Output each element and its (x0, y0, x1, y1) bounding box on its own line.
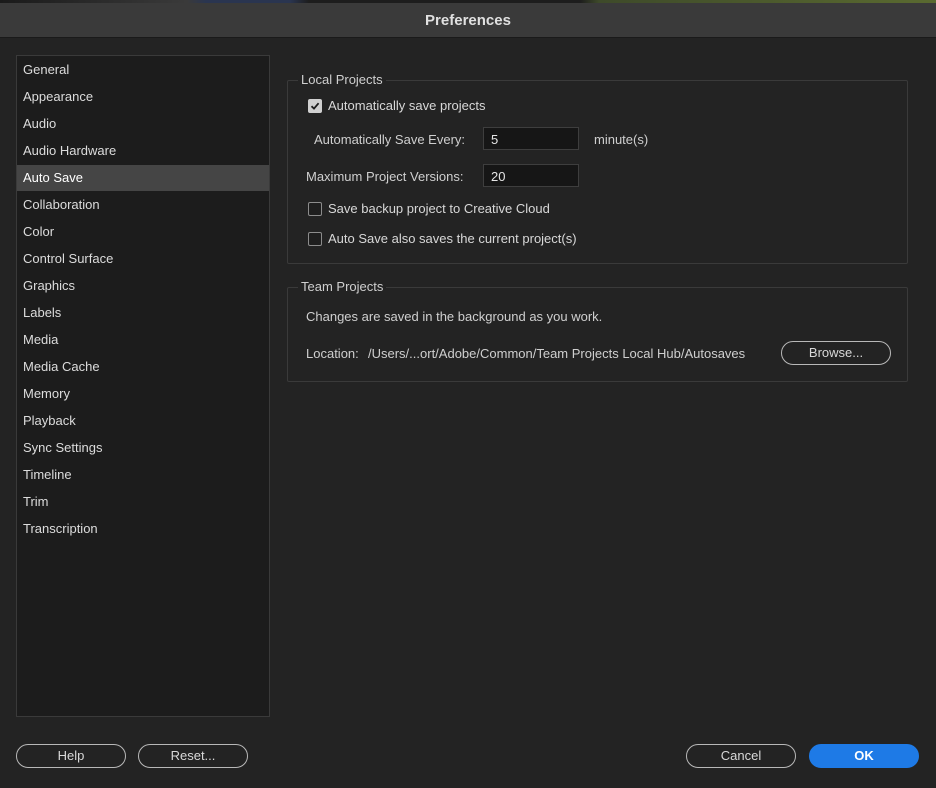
location-path: /Users/...ort/Adobe/Common/Team Projects… (368, 346, 746, 361)
backup-checkbox-row[interactable]: Save backup project to Creative Cloud (308, 201, 550, 216)
sidebar-item-auto-save[interactable]: Auto Save (17, 165, 269, 191)
also-saves-checkbox-label: Auto Save also saves the current project… (328, 231, 577, 246)
sidebar-item-color[interactable]: Color (17, 219, 269, 245)
auto-save-checkbox[interactable] (308, 98, 322, 113)
local-projects-group: Local Projects Automatically save projec… (287, 72, 908, 264)
save-every-unit: minute(s) (594, 132, 649, 147)
local-projects-title: Local Projects (298, 72, 386, 87)
sidebar-item-audio-hardware[interactable]: Audio Hardware (17, 138, 269, 164)
title-bar[interactable]: Preferences (0, 3, 936, 38)
sidebar-item-graphics[interactable]: Graphics (17, 273, 269, 299)
reset-button[interactable]: Reset... (138, 744, 248, 768)
cancel-button[interactable]: Cancel (686, 744, 796, 768)
max-versions-input[interactable]: 20 (483, 164, 579, 187)
sidebar-item-collaboration[interactable]: Collaboration (17, 192, 269, 218)
max-versions-label: Maximum Project Versions: (306, 169, 464, 184)
sidebar-item-trim[interactable]: Trim (17, 489, 269, 515)
sidebar-item-general[interactable]: General (17, 57, 269, 83)
checkmark-icon (310, 102, 320, 110)
sidebar-item-timeline[interactable]: Timeline (17, 462, 269, 488)
ok-button[interactable]: OK (809, 744, 919, 768)
save-every-label: Automatically Save Every: (314, 132, 466, 147)
backup-checkbox-label: Save backup project to Creative Cloud (328, 201, 550, 216)
preferences-sidebar: General Appearance Audio Audio Hardware … (16, 55, 270, 717)
sidebar-item-transcription[interactable]: Transcription (17, 516, 269, 542)
also-saves-checkbox[interactable] (308, 231, 322, 246)
team-projects-title: Team Projects (298, 279, 387, 294)
sidebar-item-appearance[interactable]: Appearance (17, 84, 269, 110)
auto-save-checkbox-row[interactable]: Automatically save projects (308, 98, 486, 113)
auto-save-checkbox-label: Automatically save projects (328, 98, 486, 113)
location-label: Location: (306, 346, 359, 361)
browse-button[interactable]: Browse... (781, 341, 891, 365)
team-projects-group: Team Projects Changes are saved in the b… (287, 279, 908, 382)
sidebar-item-control-surface[interactable]: Control Surface (17, 246, 269, 272)
sidebar-item-playback[interactable]: Playback (17, 408, 269, 434)
sidebar-item-sync-settings[interactable]: Sync Settings (17, 435, 269, 461)
backup-checkbox[interactable] (308, 201, 322, 216)
help-button[interactable]: Help (16, 744, 126, 768)
also-saves-checkbox-row[interactable]: Auto Save also saves the current project… (308, 231, 577, 246)
team-projects-description: Changes are saved in the background as y… (306, 309, 603, 324)
sidebar-item-audio[interactable]: Audio (17, 111, 269, 137)
sidebar-item-labels[interactable]: Labels (17, 300, 269, 326)
sidebar-item-media[interactable]: Media (17, 327, 269, 353)
sidebar-item-memory[interactable]: Memory (17, 381, 269, 407)
sidebar-item-media-cache[interactable]: Media Cache (17, 354, 269, 380)
window-title: Preferences (425, 11, 511, 29)
save-every-input[interactable]: 5 (483, 127, 579, 150)
